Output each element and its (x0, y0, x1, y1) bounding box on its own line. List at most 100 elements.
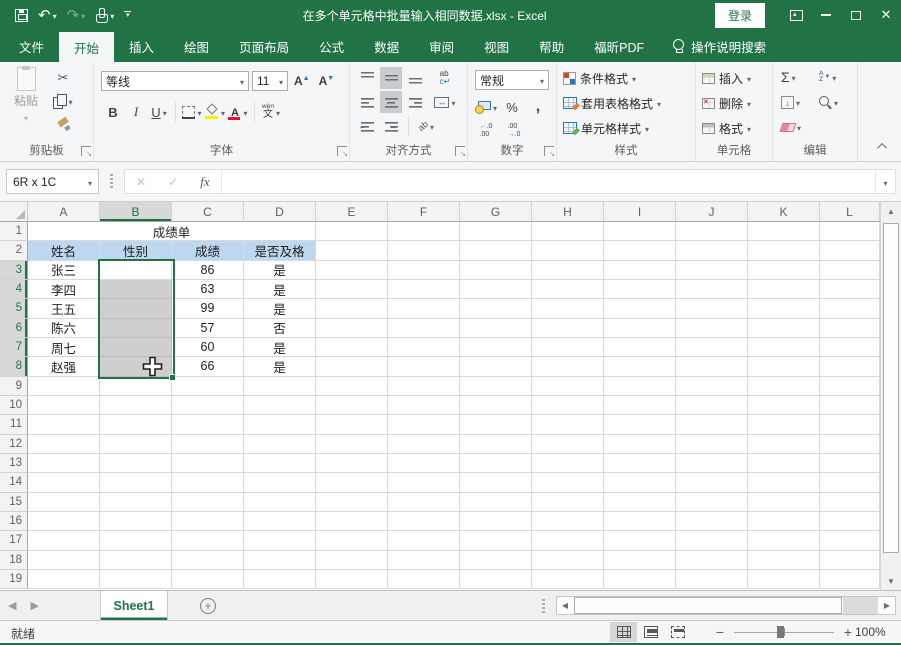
scroll-up-arrow[interactable]: ▲ (881, 202, 901, 220)
cell-J9[interactable] (676, 377, 748, 396)
column-header-I[interactable]: I (604, 202, 676, 222)
format-cells-button[interactable]: 格式 (702, 117, 751, 139)
cell-C19[interactable] (172, 570, 244, 589)
cell-G11[interactable] (460, 415, 532, 434)
cell-C3[interactable]: 86 (172, 261, 244, 280)
cell-J11[interactable] (676, 415, 748, 434)
scroll-left-arrow[interactable]: ◀ (557, 597, 573, 614)
ribbon-tab-3[interactable]: 绘图 (169, 30, 224, 62)
cell-E6[interactable] (316, 319, 388, 338)
cell-E15[interactable] (316, 493, 388, 512)
cell-L15[interactable] (820, 493, 880, 512)
cell-I16[interactable] (604, 512, 676, 531)
cell-B5[interactable] (100, 299, 172, 318)
cell-B7[interactable] (100, 338, 172, 357)
cell-I19[interactable] (604, 570, 676, 589)
cell-B14[interactable] (100, 473, 172, 492)
cell-F12[interactable] (388, 435, 460, 454)
cell-E16[interactable] (316, 512, 388, 531)
cell-F8[interactable] (388, 357, 460, 376)
expand-formula-bar-button[interactable] (875, 170, 895, 193)
redo-button[interactable] (64, 4, 89, 26)
formula-bar-resize-handle[interactable] (110, 174, 113, 190)
cut-button[interactable] (52, 67, 74, 89)
column-header-A[interactable]: A (28, 202, 100, 222)
cell-J12[interactable] (676, 435, 748, 454)
cell-G3[interactable] (460, 261, 532, 280)
cell-G8[interactable] (460, 357, 532, 376)
cell-A1[interactable]: 成绩单 (28, 222, 316, 241)
cell-K17[interactable] (748, 531, 820, 550)
align-middle-button[interactable] (380, 67, 402, 89)
dialog-launcher-icon[interactable] (544, 146, 554, 156)
column-header-C[interactable]: C (172, 202, 244, 222)
borders-button[interactable] (181, 101, 203, 123)
row-header-1[interactable]: 1 (0, 222, 28, 241)
cell-K6[interactable] (748, 319, 820, 338)
cell-A4[interactable]: 李四 (28, 280, 100, 299)
ribbon-display-options-button[interactable] (781, 0, 811, 30)
cell-F15[interactable] (388, 493, 460, 512)
font-name-combo[interactable]: 等线 (101, 71, 249, 91)
cell-H16[interactable] (532, 512, 604, 531)
column-header-L[interactable]: L (820, 202, 880, 222)
cell-B4[interactable] (100, 280, 172, 299)
cell-J5[interactable] (676, 299, 748, 318)
ribbon-tab-6[interactable]: 数据 (359, 30, 414, 62)
cell-A13[interactable] (28, 454, 100, 473)
cell-G14[interactable] (460, 473, 532, 492)
cell-C4[interactable]: 63 (172, 280, 244, 299)
cell-H8[interactable] (532, 357, 604, 376)
cell-I4[interactable] (604, 280, 676, 299)
ribbon-tab-2[interactable]: 插入 (114, 30, 169, 62)
cell-D5[interactable]: 是 (244, 299, 316, 318)
format-painter-button[interactable] (52, 113, 74, 135)
sort-filter-button[interactable] (819, 66, 836, 88)
cell-K19[interactable] (748, 570, 820, 589)
cell-J14[interactable] (676, 473, 748, 492)
cell-H15[interactable] (532, 493, 604, 512)
cell-I11[interactable] (604, 415, 676, 434)
cell-F5[interactable] (388, 299, 460, 318)
row-header-9[interactable]: 9 (0, 377, 28, 396)
cell-A12[interactable] (28, 435, 100, 454)
cell-E17[interactable] (316, 531, 388, 550)
cell-G4[interactable] (460, 280, 532, 299)
cell-G19[interactable] (460, 570, 532, 589)
cell-E19[interactable] (316, 570, 388, 589)
cell-G16[interactable] (460, 512, 532, 531)
align-bottom-button[interactable] (404, 67, 426, 89)
paste-button[interactable]: 粘贴 (8, 67, 44, 124)
cell-H1[interactable] (532, 222, 604, 241)
cell-G13[interactable] (460, 454, 532, 473)
cell-L12[interactable] (820, 435, 880, 454)
cell-L18[interactable] (820, 551, 880, 570)
zoom-in-button[interactable]: + (842, 625, 854, 639)
cell-A11[interactable] (28, 415, 100, 434)
cell-G5[interactable] (460, 299, 532, 318)
cell-K11[interactable] (748, 415, 820, 434)
cell-K2[interactable] (748, 241, 820, 260)
cell-F19[interactable] (388, 570, 460, 589)
cell-L1[interactable] (820, 222, 880, 241)
cell-C5[interactable]: 99 (172, 299, 244, 318)
cell-H3[interactable] (532, 261, 604, 280)
cell-B2[interactable]: 性别 (100, 241, 172, 260)
cell-L14[interactable] (820, 473, 880, 492)
cell-I17[interactable] (604, 531, 676, 550)
cell-J4[interactable] (676, 280, 748, 299)
row-header-17[interactable]: 17 (0, 531, 28, 550)
decrease-decimal-button[interactable]: .00→.0 (503, 120, 525, 142)
cell-G9[interactable] (460, 377, 532, 396)
cell-G1[interactable] (460, 222, 532, 241)
minimize-button[interactable] (811, 0, 841, 30)
decrease-font-size-button[interactable]: A▼ (316, 72, 338, 90)
cell-L17[interactable] (820, 531, 880, 550)
phonetic-guide-button[interactable] (260, 101, 282, 123)
insert-cells-button[interactable]: 插入 (702, 67, 751, 89)
align-left-button[interactable] (356, 91, 378, 113)
cell-L8[interactable] (820, 357, 880, 376)
cell-E4[interactable] (316, 280, 388, 299)
cell-K8[interactable] (748, 357, 820, 376)
cell-L19[interactable] (820, 570, 880, 589)
